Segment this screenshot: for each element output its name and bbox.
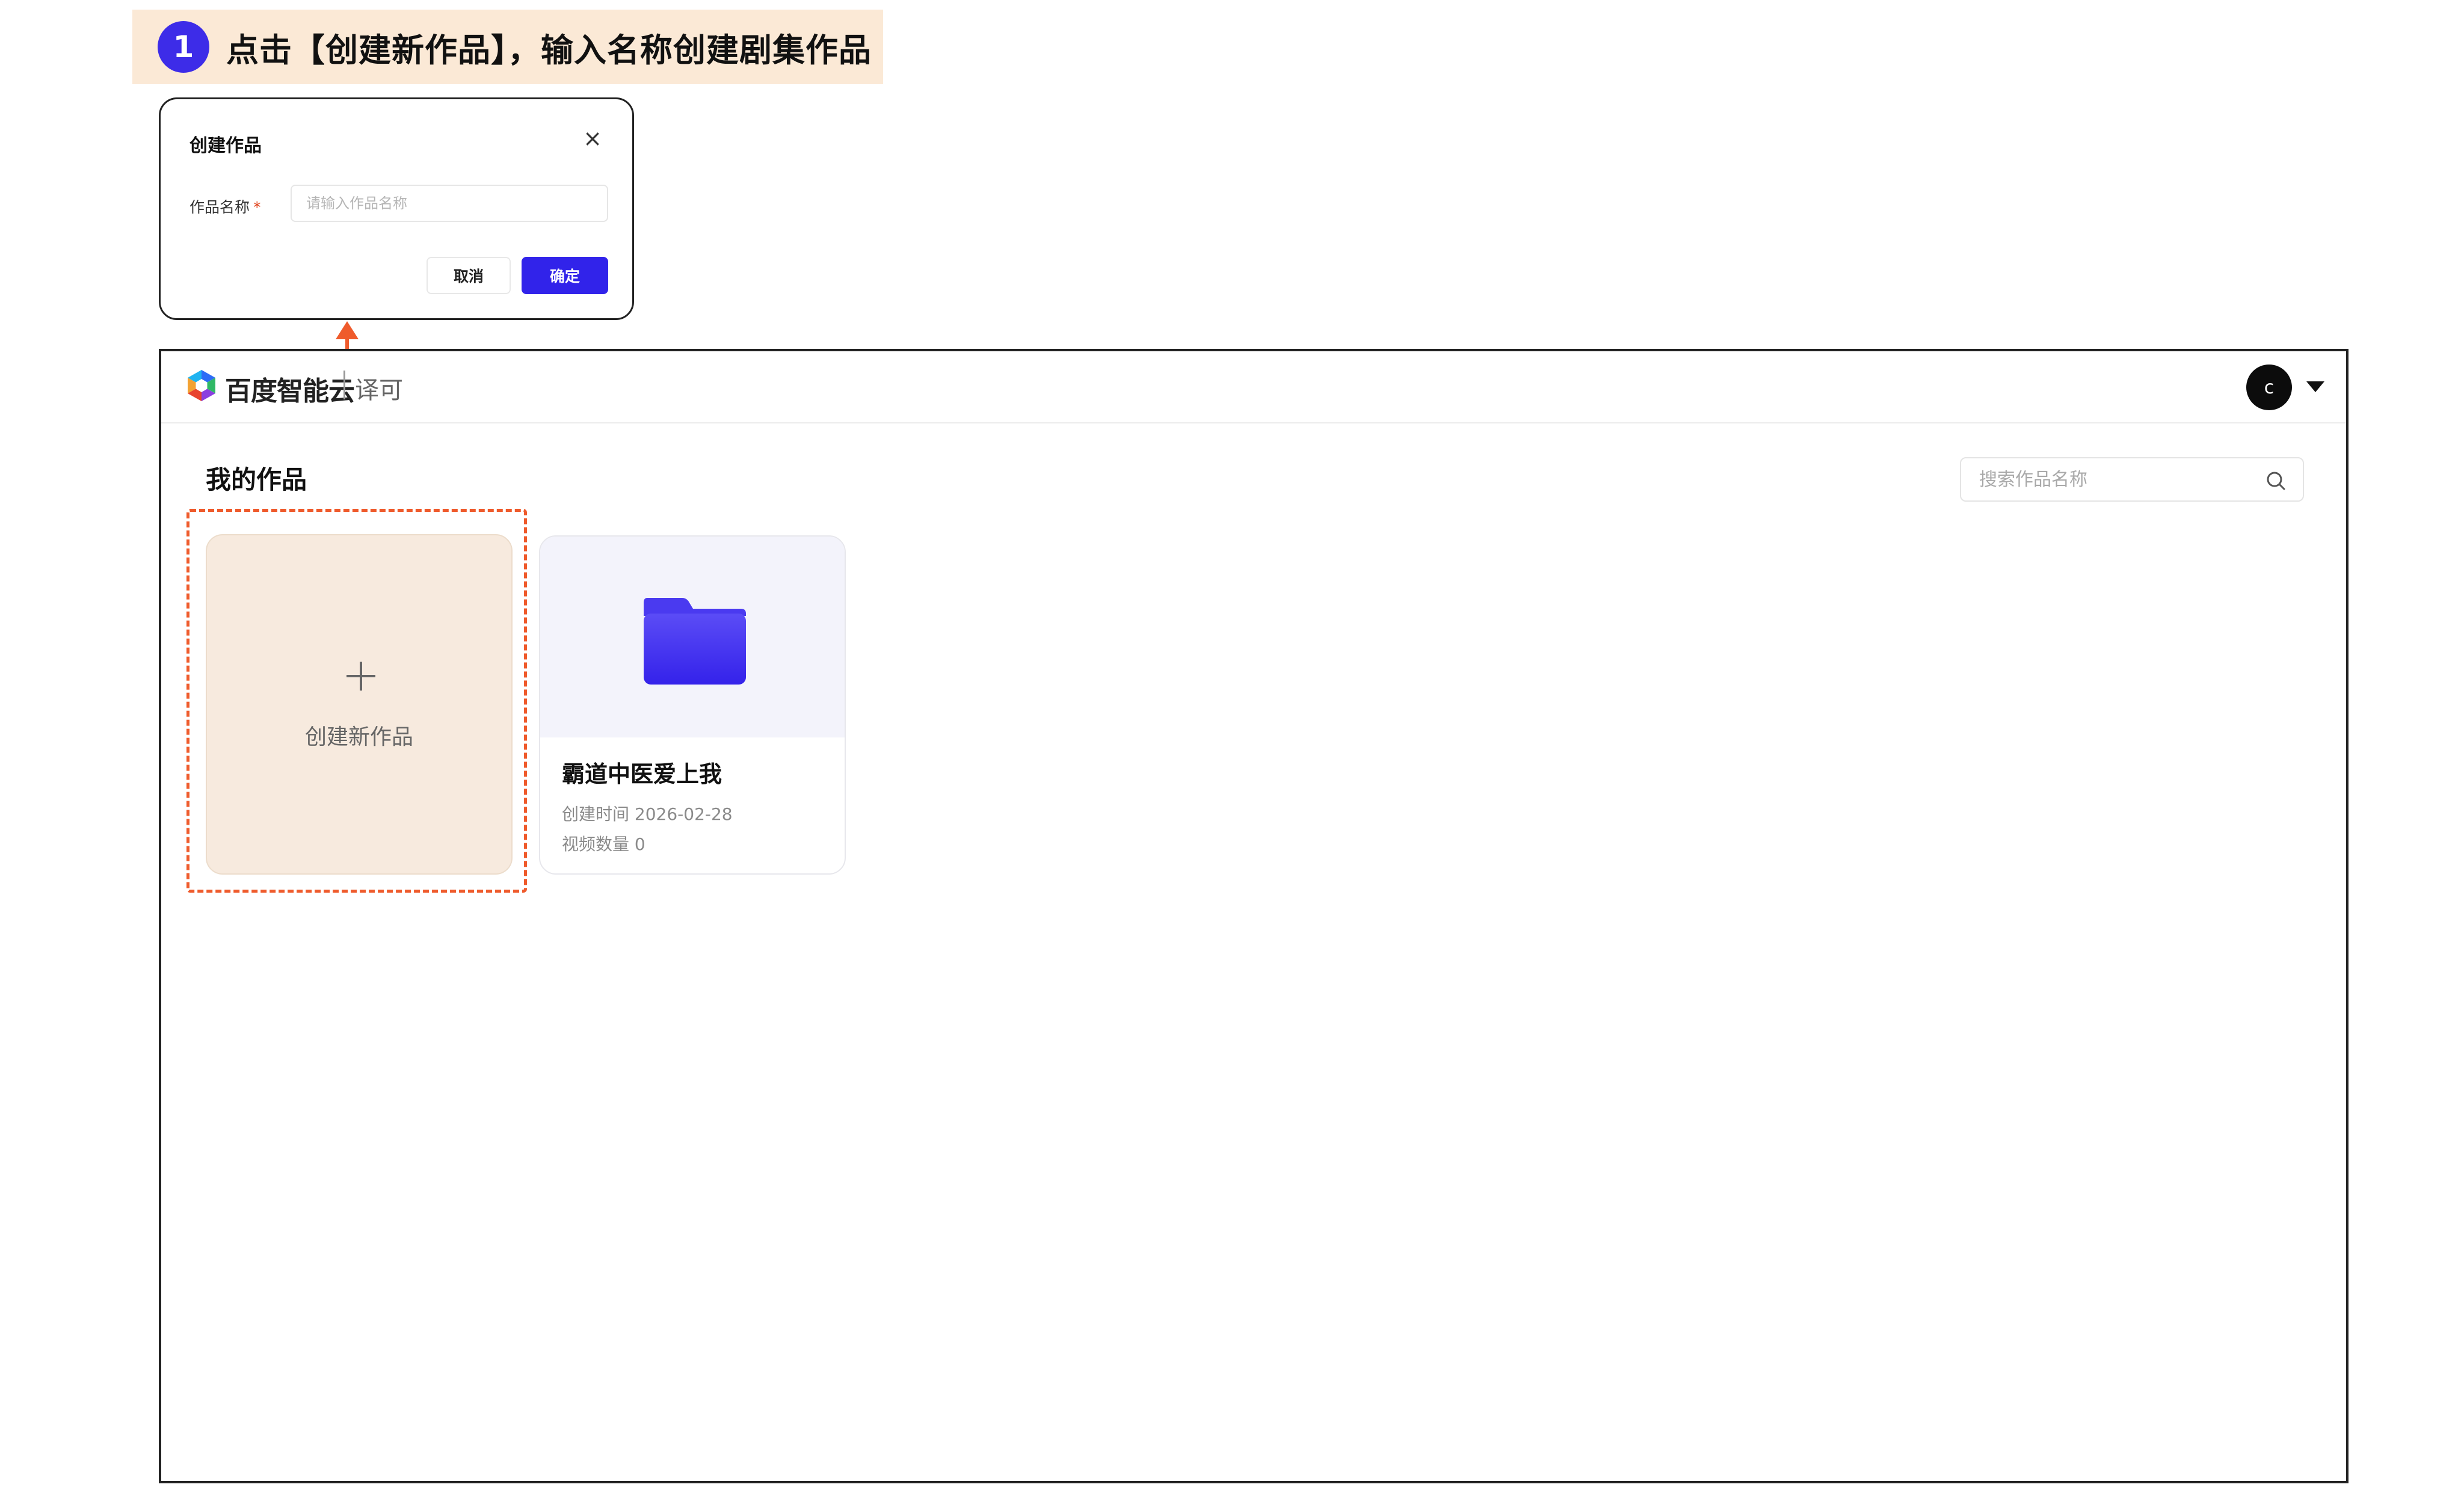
work-name-label-text: 作品名称 (189, 198, 250, 216)
app-header: 百度智能云 译可 c (161, 351, 2346, 423)
required-mark: * (253, 198, 261, 216)
caret-down-icon[interactable] (2306, 381, 2324, 392)
step-banner: 1 点击【创建新作品】，输入名称创建剧集作品 (132, 10, 883, 84)
step-instruction: 点击【创建新作品】，输入名称创建剧集作品 (226, 31, 872, 69)
plus-icon (346, 662, 375, 691)
create-work-label: 创建新作品 (304, 725, 413, 749)
work-name-label: 作品名称 * (189, 195, 261, 217)
work-title: 霸道中医爱上我 (562, 761, 722, 787)
confirm-button[interactable]: 确定 (522, 257, 608, 294)
brand-name: 百度智能云 (225, 376, 355, 407)
brand-divider (343, 371, 345, 399)
folder-icon (644, 598, 746, 685)
close-icon[interactable]: × (583, 127, 602, 150)
work-name-input[interactable] (291, 185, 608, 222)
step-number-badge: 1 (158, 21, 209, 73)
search-input[interactable] (1961, 458, 2303, 500)
cancel-button[interactable]: 取消 (427, 257, 511, 294)
search-box (1960, 457, 2304, 502)
create-work-dialog: 创建作品 × 作品名称* 取消 确定 (159, 97, 634, 320)
baidu-cloud-logo-icon (188, 370, 215, 401)
work-card[interactable]: 霸道中医爱上我 创建时间 2026-02-28 视频数量 0 (539, 535, 846, 875)
page-title: 我的作品 (206, 465, 307, 494)
dialog-title: 创建作品 (189, 135, 262, 156)
create-work-card[interactable]: 创建新作品 (206, 534, 513, 875)
work-video-count: 视频数量 0 (562, 834, 645, 854)
avatar[interactable]: c (2246, 365, 2292, 410)
app-window: 百度智能云 译可 c 我的作品 创建新作品 (159, 349, 2348, 1483)
work-created-date: 创建时间 2026-02-28 (562, 804, 733, 824)
work-cover (540, 537, 845, 737)
product-name: 译可 (355, 377, 403, 404)
search-icon[interactable] (2264, 469, 2287, 492)
